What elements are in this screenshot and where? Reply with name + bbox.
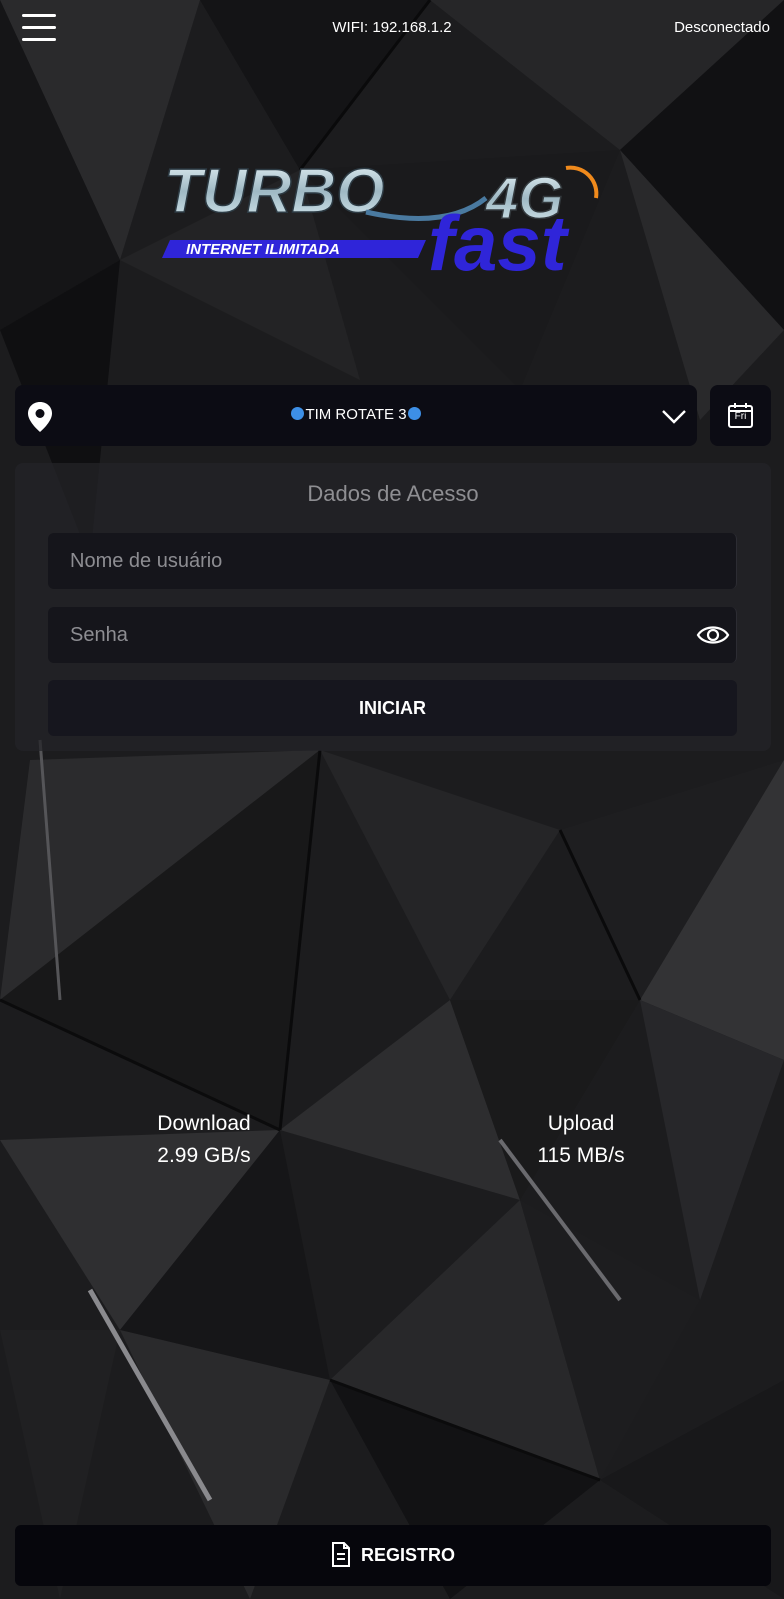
download-value: 2.99 GB/s: [157, 1144, 251, 1167]
password-input[interactable]: [48, 607, 688, 663]
register-button[interactable]: REGISTRO: [15, 1525, 771, 1586]
document-icon: [331, 1541, 350, 1567]
logo-fast: fast: [428, 199, 570, 285]
server-marker-right: [407, 407, 421, 420]
logo-tagline: INTERNET ILIMITADA: [186, 241, 340, 258]
turbo-4g-fast-logo: TURBO 4G INTERNET ILIMITADA fast: [156, 150, 626, 287]
panel-title: Dados de Acesso: [307, 481, 479, 506]
start-button[interactable]: INICIAR: [48, 680, 737, 736]
password-field: [48, 607, 737, 663]
download-label: Download: [157, 1112, 251, 1135]
upload-value: 115 MB/s: [537, 1144, 625, 1167]
download-stat: Download 2.99 GB/s: [94, 1108, 314, 1172]
logo-turbo: TURBO: [164, 157, 384, 226]
selected-server: TIM ROTATE 3: [15, 406, 697, 423]
calendar-day: Fri: [734, 411, 747, 422]
register-label: REGISTRO: [360, 1545, 455, 1565]
access-panel: Dados de Acesso INICIAR: [15, 463, 771, 751]
server-name: TIM ROTATE 3: [305, 406, 407, 423]
wifi-address: WIFI: 192.168.1.2: [332, 19, 452, 36]
eye-icon[interactable]: [696, 620, 730, 650]
connection-status: Desconectado: [674, 19, 770, 36]
chevron-down-icon: [662, 410, 686, 424]
username-field: [48, 533, 737, 589]
calendar-button[interactable]: Fri: [710, 385, 771, 446]
server-marker-left: [291, 407, 305, 420]
server-selector[interactable]: TIM ROTATE 3: [15, 385, 697, 446]
register-button-content: REGISTRO: [15, 1525, 771, 1586]
upload-stat: Upload 115 MB/s: [471, 1108, 691, 1172]
username-input[interactable]: [48, 533, 688, 589]
upload-label: Upload: [547, 1112, 615, 1135]
